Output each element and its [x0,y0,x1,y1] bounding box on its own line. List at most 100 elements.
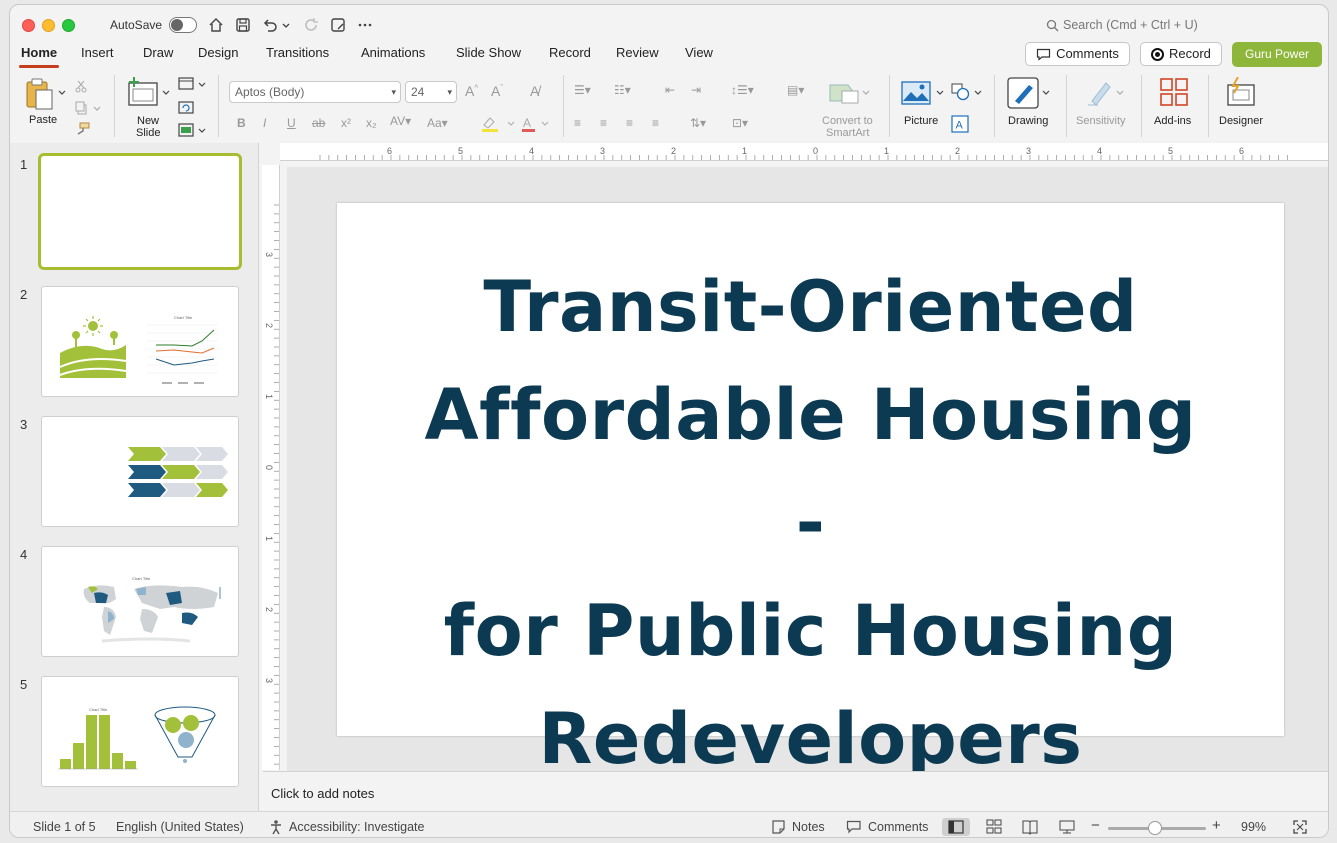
slide-thumbnail-3[interactable] [41,416,239,527]
normal-view-button[interactable] [942,818,970,836]
tab-record[interactable]: Record [549,45,591,60]
font-color-icon[interactable]: A [520,115,552,133]
cut-icon[interactable] [74,79,88,93]
tab-slide-show[interactable]: Slide Show [456,45,521,60]
increase-font-icon[interactable]: A^ [465,83,478,99]
slide-thumbnail-5[interactable]: Chart Title [41,676,239,787]
bullets-icon[interactable]: ☰▾ [574,83,591,97]
zoom-out-button[interactable]: − [1091,817,1100,834]
slide-thumbnail-4[interactable]: Chart Title [41,546,239,657]
copy-icon[interactable] [74,101,88,115]
tab-insert[interactable]: Insert [81,45,114,60]
copy-dropdown-icon[interactable] [93,105,101,113]
slide-sorter-button[interactable] [980,818,1008,836]
smartart-icon[interactable] [828,81,862,107]
justify-icon[interactable]: ≡ [652,116,659,130]
zoom-slider-knob[interactable] [1148,821,1162,835]
align-right-icon[interactable]: ≡ [626,116,633,130]
accessibility-status[interactable]: Accessibility: Investigate [289,820,424,834]
align-center-icon[interactable]: ≡ [600,116,607,130]
add-ins-icon[interactable] [1159,77,1189,107]
more-options-icon[interactable] [356,16,374,34]
reading-view-button[interactable] [1016,818,1044,836]
tab-animations[interactable]: Animations [361,45,425,60]
comments-status-icon[interactable] [846,820,862,834]
line-spacing-icon[interactable]: ↕☰▾ [731,83,754,97]
clear-formatting-icon[interactable]: A̸ [530,83,539,99]
section-dropdown-icon[interactable] [198,127,206,135]
layout-icon[interactable] [178,77,196,91]
shapes-icon[interactable] [951,83,971,101]
minimize-window-button[interactable] [42,19,55,32]
paste-icon[interactable] [24,77,56,111]
zoom-level[interactable]: 99% [1241,820,1266,834]
slide-title[interactable]: Transit-Oriented Affordable Housing - fo… [417,253,1204,793]
increase-indent-icon[interactable]: ⇥ [691,83,701,97]
highlight-icon[interactable] [480,115,520,133]
layout-dropdown-icon[interactable] [198,81,206,89]
record-button[interactable]: Record [1140,42,1222,66]
smartart-dropdown-icon[interactable] [862,89,870,97]
font-name-combo[interactable]: Aptos (Body) ▾ [229,81,401,103]
sensitivity-dropdown-icon[interactable] [1116,89,1124,97]
columns-icon[interactable]: ▤▾ [787,83,804,97]
picture-dropdown-icon[interactable] [936,89,944,97]
strikethrough-icon[interactable]: ab [312,116,325,130]
character-spacing-icon[interactable]: AV▾ [390,114,411,128]
slide-thumbnail-1[interactable] [38,153,242,270]
save-icon[interactable] [234,16,252,34]
fit-to-window-icon[interactable] [1292,819,1308,835]
slide-editor[interactable]: Transit-Oriented Affordable Housing - fo… [287,167,1328,780]
accessibility-icon[interactable] [268,819,284,835]
shapes-dropdown-icon[interactable] [974,89,982,97]
search-box[interactable]: Search (Cmd + Ctrl + U) [1046,18,1198,32]
bold-icon[interactable]: B [237,116,246,130]
drawing-dropdown-icon[interactable] [1042,89,1050,97]
undo-dropdown-icon[interactable] [281,16,291,34]
superscript-icon[interactable]: x² [341,116,351,130]
zoom-window-button[interactable] [62,19,75,32]
format-painter-icon[interactable] [74,122,90,136]
language-status[interactable]: English (United States) [116,820,244,834]
numbering-icon[interactable]: ☷▾ [614,83,631,97]
tab-draw[interactable]: Draw [143,45,173,60]
home-icon[interactable] [207,16,225,34]
notes-pane[interactable]: Click to add notes [263,771,1328,811]
tab-review[interactable]: Review [616,45,659,60]
zoom-in-button[interactable]: + [1212,817,1221,834]
underline-icon[interactable]: U [287,116,296,130]
notes-toggle[interactable]: Notes [792,820,825,834]
change-case-icon[interactable]: Aa▾ [427,116,448,130]
align-text-icon[interactable]: ⊡▾ [732,116,748,130]
align-left-icon[interactable]: ≡ [574,116,581,130]
decrease-indent-icon[interactable]: ⇤ [665,83,675,97]
drawing-icon[interactable] [1007,77,1039,109]
undo-icon[interactable] [261,16,279,34]
redo-icon[interactable] [302,16,320,34]
guru-power-button[interactable]: Guru Power [1232,42,1322,67]
tab-transitions[interactable]: Transitions [266,45,329,60]
tab-design[interactable]: Design [198,45,238,60]
save-as-icon[interactable] [329,16,347,34]
comments-button[interactable]: Comments [1025,42,1130,66]
current-slide[interactable]: Transit-Oriented Affordable Housing - fo… [337,203,1284,780]
autosave-toggle[interactable] [169,17,197,33]
text-box-icon[interactable]: A [951,115,969,133]
new-slide-icon[interactable] [126,77,160,107]
comments-toggle[interactable]: Comments [868,820,928,834]
text-direction-icon[interactable]: ⇅▾ [690,116,706,130]
slide-thumbnails-pane[interactable]: 1 2 Chart Title 3 4 Chart Title 5 Chart … [10,143,259,811]
close-window-button[interactable] [22,19,35,32]
decrease-font-icon[interactable]: Aˇ [491,83,503,99]
picture-icon[interactable] [901,81,931,105]
notes-icon[interactable] [771,820,786,834]
tab-view[interactable]: View [685,45,713,60]
italic-icon[interactable]: I [263,116,266,130]
slide-show-button[interactable] [1053,818,1081,836]
subscript-icon[interactable]: x₂ [366,116,377,130]
section-icon[interactable] [178,123,196,137]
tab-home[interactable]: Home [18,45,60,68]
reset-icon[interactable] [178,100,194,114]
font-size-combo[interactable]: 24 ▾ [405,81,457,103]
new-slide-dropdown-icon[interactable] [162,89,170,97]
